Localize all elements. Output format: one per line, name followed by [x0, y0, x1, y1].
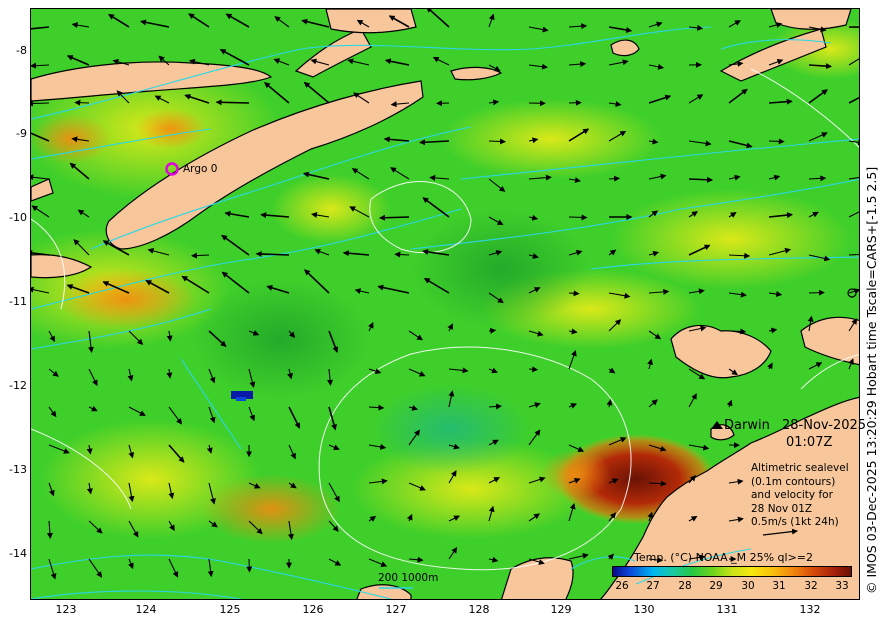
- lat-tick: -11: [9, 295, 27, 308]
- velocity-arrow: [488, 138, 506, 145]
- lon-tick: 132: [799, 603, 821, 616]
- velocity-arrow: [608, 175, 621, 182]
- lon-tick: 129: [550, 603, 572, 616]
- velocity-arrow: [215, 99, 250, 106]
- altimetry-note: Altimetric sealevel (0.1m contours) and …: [751, 462, 849, 530]
- velocity-arrow: [768, 138, 785, 145]
- velocity-arrow: [31, 100, 50, 107]
- velocity-arrow: [74, 99, 90, 106]
- temperature-colorbar: [612, 566, 852, 577]
- lat-tick: -12: [9, 379, 27, 392]
- imos-attribution: © IMOS 03-Dec-2025 13:20:29 Hobart time …: [864, 166, 879, 594]
- colorbar-tick: 27: [646, 580, 660, 592]
- lat-tick: -14: [9, 547, 27, 560]
- altimetry-note-line: 28 Nov 01Z: [751, 502, 813, 515]
- bathymetry-scale-label: 200 1000m: [378, 572, 439, 584]
- lat-tick: -8: [16, 44, 27, 57]
- lon-tick: 123: [55, 603, 77, 616]
- colorbar-tick: 28: [678, 580, 692, 592]
- altimetry-note-line: Altimetric sealevel: [751, 462, 849, 474]
- velocity-arrow: [688, 176, 714, 183]
- lon-tick: 130: [633, 603, 655, 616]
- lon-tick: 131: [716, 603, 738, 616]
- colorbar-tick: 30: [741, 580, 755, 592]
- time-label: 01:07Z: [786, 435, 833, 450]
- altimetry-note-line: 0.5m/s (1kt 24h): [751, 516, 839, 528]
- lon-tick: 128: [468, 603, 490, 616]
- altimetry-note-line: (0.1m contours): [751, 475, 836, 488]
- map-area[interactable]: [30, 8, 860, 600]
- velocity-arrow: [246, 558, 253, 573]
- lon-tick: 124: [135, 603, 157, 616]
- date-label: 28-Nov-2025: [782, 418, 867, 433]
- colorbar-title: Temp. (°C) NOAA _M 25% ql>=2: [634, 551, 814, 564]
- lon-tick: 127: [385, 603, 407, 616]
- velocity-arrow: [568, 290, 580, 297]
- velocity-arrow: [394, 251, 410, 258]
- lat-tick: -13: [9, 463, 27, 476]
- velocity-arrow: [379, 214, 410, 221]
- lat-tick: -10: [9, 211, 27, 224]
- velocity-arrow: [568, 214, 588, 221]
- sst-map: [31, 9, 859, 599]
- velocity-arrow: [528, 366, 539, 373]
- lon-tick: 125: [219, 603, 241, 616]
- altimetry-note-line: and velocity for: [751, 489, 833, 501]
- colorbar-tick: 32: [804, 580, 818, 592]
- colorbar-tick: 31: [772, 580, 786, 592]
- darwin-label: Darwin: [724, 418, 770, 433]
- colorbar-tick: 26: [615, 580, 629, 592]
- colorbar-tick: 33: [835, 580, 849, 592]
- colorbar-tick: 29: [709, 580, 723, 592]
- lon-tick: 126: [302, 603, 324, 616]
- lat-tick: -9: [16, 127, 27, 140]
- argo-label: Argo 0: [183, 163, 218, 175]
- velocity-arrow: [808, 289, 825, 296]
- velocity-arrow: [728, 328, 747, 335]
